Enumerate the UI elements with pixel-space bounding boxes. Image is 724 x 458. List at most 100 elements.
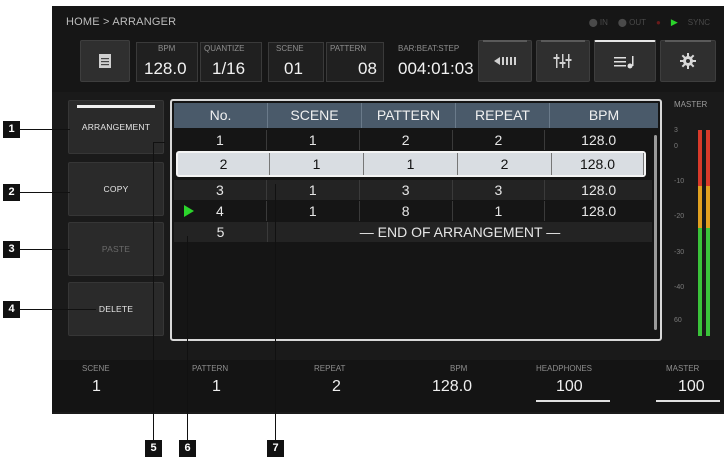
table-row-end[interactable]: 5 — END OF ARRANGEMENT — xyxy=(174,222,652,242)
file-icon xyxy=(99,54,111,68)
column-header-no: No. xyxy=(174,103,268,128)
arrangement-label: ARRANGEMENT xyxy=(81,122,151,132)
mixer-icon xyxy=(553,54,572,68)
midi-out-label: OUT xyxy=(629,18,646,27)
cell-no: 2 xyxy=(178,153,270,175)
position-display: BAR:BEAT:STEP 004:01:03 xyxy=(396,42,476,82)
meter-tick: -10 xyxy=(674,178,685,185)
scene-label: SCENE xyxy=(276,44,304,53)
cell-repeat: 2 xyxy=(453,130,546,150)
arranger-icon xyxy=(614,55,634,68)
scene-display[interactable]: SCENE 01 xyxy=(268,42,324,82)
callout-2: 2 xyxy=(3,184,20,201)
bottom-bpm-value: 128.0 xyxy=(432,378,473,395)
cell-bpm: 128.0 xyxy=(581,203,617,219)
paste-button[interactable]: PASTE xyxy=(68,222,164,276)
pattern-display[interactable]: PATTERN 08 xyxy=(326,42,384,82)
play-position-icon xyxy=(184,205,194,217)
bottom-scene-label: SCENE xyxy=(82,364,110,373)
midi-in-indicator: ⬤ IN xyxy=(588,18,608,27)
cell-bpm: 128.0 xyxy=(581,182,617,198)
arrange-icon xyxy=(494,57,516,65)
callout-leader-2 xyxy=(20,192,70,193)
table-row[interactable]: 3 1 3 3 128.0 xyxy=(174,180,652,200)
copy-button[interactable]: COPY xyxy=(68,162,164,216)
status-indicators: ⬤ IN ⬤ OUT ● ▶ SYNC xyxy=(589,17,710,28)
midi-out-indicator: ⬤ OUT xyxy=(617,18,646,27)
meter-tick: 3 xyxy=(674,127,678,134)
cell-pattern: 3 xyxy=(360,180,453,200)
headphones-level[interactable]: HEADPHONES 100 xyxy=(536,360,646,410)
cell-pattern: 1 xyxy=(364,153,458,175)
arrange-view-button[interactable] xyxy=(478,40,532,82)
quantize-display[interactable]: QUANTIZE 1/16 xyxy=(200,42,262,82)
meter-tick: -30 xyxy=(674,249,685,256)
bottom-bpm[interactable]: BPM 128.0 xyxy=(432,360,542,410)
table-row[interactable]: 1 1 2 2 128.0 xyxy=(174,130,652,150)
cell-repeat: 3 xyxy=(453,180,546,200)
delete-label: DELETE xyxy=(98,304,134,314)
mixer-button[interactable] xyxy=(536,40,590,82)
table-row-selected[interactable]: 2 1 1 2 128.0 xyxy=(176,151,646,177)
bottom-bpm-label: BPM xyxy=(450,364,468,373)
callout-leader-7 xyxy=(275,184,276,440)
bottom-repeat-label: REPEAT xyxy=(314,364,346,373)
headphones-underline xyxy=(536,400,610,402)
arrangement-button[interactable]: ARRANGEMENT xyxy=(68,100,164,154)
sync-label: SYNC xyxy=(687,18,710,27)
headphones-label: HEADPHONES xyxy=(536,364,593,373)
bottom-pattern[interactable]: PATTERN 1 xyxy=(192,360,302,410)
breadcrumb: HOME > ARRANGER xyxy=(66,16,177,28)
callout-leader-1 xyxy=(20,129,70,130)
callout-7: 7 xyxy=(267,440,284,457)
column-header-scene: SCENE xyxy=(268,103,362,128)
cell-pattern: 2 xyxy=(360,130,453,150)
cell-repeat: 1 xyxy=(453,201,546,221)
bottom-repeat[interactable]: REPEAT 2 xyxy=(314,360,424,410)
cell-no: 1 xyxy=(174,130,267,150)
callout-5: 5 xyxy=(145,440,162,457)
record-icon: ● xyxy=(656,18,661,27)
callout-leader-5-top xyxy=(153,142,165,143)
table-row-playing[interactable]: 4 1 8 1 128.0 xyxy=(174,201,652,221)
quantize-value: 1/16 xyxy=(212,59,246,78)
cell-no: 3 xyxy=(174,180,267,200)
cell-bpm: 128.0 xyxy=(552,153,644,175)
master-level-label: MASTER xyxy=(666,364,700,373)
bottom-pattern-label: PATTERN xyxy=(192,364,229,373)
table-scrollbar[interactable] xyxy=(654,135,657,330)
master-level[interactable]: MASTER 100 xyxy=(656,360,722,410)
cell-pattern: 8 xyxy=(360,201,453,221)
paste-label: PASTE xyxy=(101,244,131,254)
midi-in-label: IN xyxy=(599,18,608,27)
cell-repeat: 2 xyxy=(458,153,552,175)
meter-tick: -40 xyxy=(674,284,685,291)
headphones-value: 100 xyxy=(556,378,583,395)
play-icon: ▶ xyxy=(670,17,678,27)
meter-tick: -20 xyxy=(674,213,685,220)
cell-scene: 1 xyxy=(267,130,360,150)
master-meter-left xyxy=(698,130,702,336)
cell-scene: 1 xyxy=(267,201,360,221)
arranger-tab-button[interactable] xyxy=(594,40,656,82)
file-button[interactable] xyxy=(80,40,130,82)
cell-scene: 1 xyxy=(270,153,364,175)
scene-value: 01 xyxy=(284,59,303,78)
meter-tick: 0 xyxy=(674,143,678,150)
position-value: 004:01:03 xyxy=(398,59,474,78)
gear-icon xyxy=(680,53,696,69)
bpm-value: 128.0 xyxy=(144,59,187,78)
column-header-bpm: BPM xyxy=(588,107,620,123)
cell-bpm: 128.0 xyxy=(581,132,617,148)
bpm-display[interactable]: BPM 128.0 xyxy=(136,42,198,82)
callout-leader-5 xyxy=(153,142,154,440)
callout-leader-3 xyxy=(20,249,70,250)
callout-leader-6 xyxy=(187,236,188,440)
settings-button[interactable] xyxy=(660,40,716,82)
meter-tick: 60 xyxy=(674,317,682,324)
end-of-arrangement-label: — END OF ARRANGEMENT — xyxy=(359,224,561,240)
copy-label: COPY xyxy=(103,184,129,194)
arrangement-table: No. SCENE PATTERN REPEAT BPM 1 1 2 2 128… xyxy=(170,99,662,341)
bottom-scene[interactable]: SCENE 1 xyxy=(82,360,192,410)
quantize-label: QUANTIZE xyxy=(204,44,245,53)
